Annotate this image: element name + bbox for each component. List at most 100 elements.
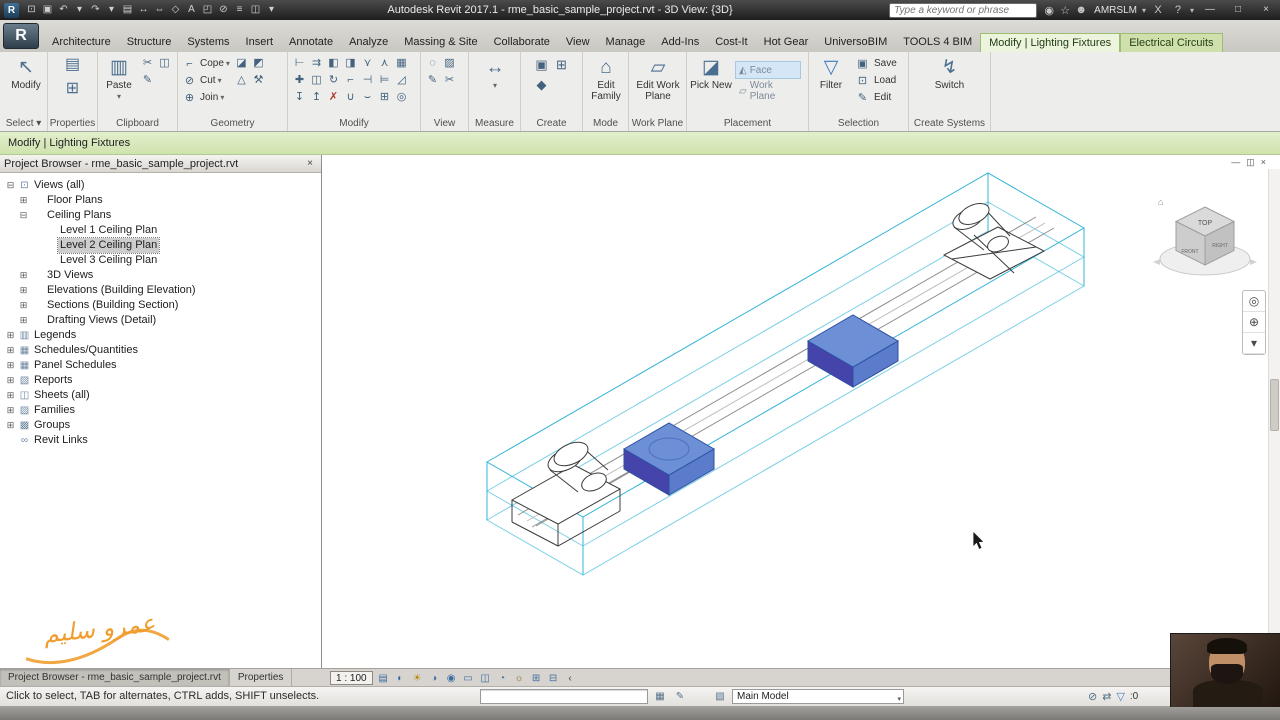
tab-tools-4-bim[interactable]: TOOLS 4 BIM [895,33,980,52]
viewport-scrollbar[interactable] [1268,169,1280,668]
paint-icon[interactable]: ◪ [233,55,250,71]
properties-palette-icon[interactable]: ▤ [65,55,80,75]
tab-add-ins[interactable]: Add-Ins [653,33,707,52]
cope-button[interactable]: ⌐ Cope ▾ [181,55,230,72]
tab-hot-gear[interactable]: Hot Gear [756,33,817,52]
tab-annotate[interactable]: Annotate [281,33,341,52]
tree-expander-icon[interactable]: ⊞ [17,193,30,208]
signed-in-user[interactable]: AMRSLM [1094,5,1137,16]
undo-caret-icon[interactable]: ▾ [72,2,87,18]
match-type-icon[interactable]: ✎ [139,72,156,88]
panel-label-properties[interactable]: Properties [48,118,97,130]
unpin-icon[interactable]: ↥ [308,89,325,106]
viewcube-home-icon[interactable]: ⌂ [1158,197,1163,207]
tree-item-level-3-ceiling-plan[interactable]: Level 3 Ceiling Plan [0,253,321,268]
redo-icon[interactable]: ↷ [88,2,103,18]
tree-expander-icon[interactable]: ⊞ [4,343,17,358]
tab-properties-bottom[interactable]: Properties [230,669,293,686]
crop-view-icon[interactable]: ▭ [461,671,476,686]
tab-modify-lighting-fixtures[interactable]: Modify | Lighting Fixtures [980,33,1121,52]
tree-expander-icon[interactable]: ⊟ [17,208,30,223]
print-icon[interactable]: ▤ [120,2,135,18]
place-on-work-plane-button[interactable]: ▱ Work Plane [735,80,801,102]
create-group-icon[interactable]: ⊞ [552,55,572,75]
rendering-dialog-icon[interactable]: ◉ [444,671,459,686]
application-menu-button[interactable]: R [3,23,39,49]
close-button[interactable]: × [1254,2,1278,18]
save-selection-button[interactable]: ▣ Save [854,55,897,72]
view-scale-button[interactable]: 1 : 100 [330,671,373,685]
tree-expander-icon[interactable]: ⊞ [17,298,30,313]
steering-wheel-icon[interactable]: ◎ [1243,291,1265,312]
section-icon[interactable]: ⊘ [216,2,231,18]
measure-button[interactable]: ↔ ▾ [472,55,518,91]
detail-level-icon[interactable]: ▤ [376,671,391,686]
join-geometry-icon[interactable]: ∪ [342,89,359,106]
tree-item-schedules[interactable]: ⊞ ▦ Schedules/Quantities [0,343,321,358]
measure-qat-icon[interactable]: ↔ [136,2,151,18]
tree-expander-icon[interactable]: ⊞ [4,373,17,388]
switch-windows-icon[interactable]: ◫ [248,2,263,18]
load-selection-button[interactable]: ⊡ Load [854,72,897,89]
help-menu-caret-icon[interactable]: ▾ [1190,6,1194,15]
tree-item-floor-plans[interactable]: ⊞ Floor Plans [0,193,321,208]
help-icon[interactable]: ? [1170,4,1186,16]
tree-item-elevations[interactable]: ⊞ Elevations (Building Elevation) [0,283,321,298]
undo-icon[interactable]: ↶ [56,2,71,18]
tree-item-level-2-ceiling-plan[interactable]: Level 2 Ceiling Plan [0,237,321,254]
tree-expander-icon[interactable]: ⊞ [4,358,17,373]
viewcube-front-label[interactable]: FRONT [1181,249,1198,255]
tab-analyze[interactable]: Analyze [341,33,396,52]
design-options-caret-icon[interactable]: ▾ [897,693,901,706]
tree-item-groups[interactable]: ⊞ ▩ Groups [0,418,321,433]
reveal-hidden-elements-icon[interactable]: ☼ [512,671,527,686]
lighting-fixture-spot-right[interactable] [942,199,1046,280]
tree-item-revit-links[interactable]: ∞ Revit Links [0,433,321,448]
tab-cost-it[interactable]: Cost-It [707,33,755,52]
panel-label-create[interactable]: Create [521,118,582,130]
join-button[interactable]: ⊕ Join ▾ [181,89,230,106]
tree-expander-icon[interactable]: ⊞ [17,268,30,283]
tab-collaborate[interactable]: Collaborate [486,33,558,52]
keyword-search-input[interactable] [889,2,1038,18]
tab-insert[interactable]: Insert [238,33,282,52]
tree-expander-icon[interactable]: ⊞ [4,418,17,433]
thin-lines-icon[interactable]: ≡ [232,2,247,18]
tree-expander-icon[interactable]: ⊟ [4,178,17,193]
design-options-icon[interactable]: ▧ [712,689,728,705]
model-canvas[interactable]: TOP FRONT RIGHT ⌂ [322,155,1280,668]
aligned-dimension-icon[interactable]: ⇔ [152,2,167,18]
drawing-viewport[interactable]: — ◫ × TOP FRONT RIGHT ⌂ ◎ ⊕ ▾ [322,155,1280,668]
mirror-draw-axis-icon[interactable]: ◨ [342,55,359,72]
panel-label-geometry[interactable]: Geometry [178,118,287,130]
press-drag-icon[interactable]: ⇄ [1102,690,1111,703]
exclude-options-icon[interactable]: ⊘ [1088,690,1097,703]
tree-expander-icon[interactable]: ⊞ [17,283,30,298]
selected-lighting-fixture-lower[interactable] [623,422,715,496]
remove-paint-icon[interactable]: ◩ [250,55,267,71]
panel-label-mode[interactable]: Mode [583,118,628,130]
hide-elements-icon[interactable]: ◌ [424,55,441,71]
customize-qat-icon[interactable]: ▾ [264,2,279,18]
activate-controls-icon[interactable]: ◎ [393,89,410,106]
linework-icon[interactable]: ✎ [424,72,441,88]
tree-item-3d-views[interactable]: ⊞ 3D Views [0,268,321,283]
project-browser-header[interactable]: Project Browser - rme_basic_sample_proje… [0,155,321,173]
scrollbar-thumb[interactable] [1270,379,1279,431]
tab-systems[interactable]: Systems [179,33,237,52]
tree-expander-icon[interactable]: ⊞ [17,313,30,328]
tab-project-browser-bottom[interactable]: Project Browser - rme_basic_sample_proje… [0,669,230,686]
tree-item-drafting-views[interactable]: ⊞ Drafting Views (Detail) [0,313,321,328]
offset-icon[interactable]: ⇉ [308,55,325,72]
maximize-button[interactable]: □ [1226,2,1250,18]
sun-path-icon[interactable]: ☀ [410,671,425,686]
view-restore-icon[interactable]: ◫ [1246,157,1255,168]
save-icon[interactable]: ▣ [40,2,55,18]
tab-universobim[interactable]: UniversoBIM [816,33,895,52]
tree-expander-icon[interactable]: ⊞ [4,328,17,343]
wall-joins-icon[interactable]: ⊞ [376,89,393,106]
tree-item-legends[interactable]: ⊞ ▥ Legends [0,328,321,343]
create-similar-icon[interactable]: ◆ [532,75,552,95]
move-icon[interactable]: ✚ [291,72,308,89]
worksets-field[interactable] [480,689,648,704]
